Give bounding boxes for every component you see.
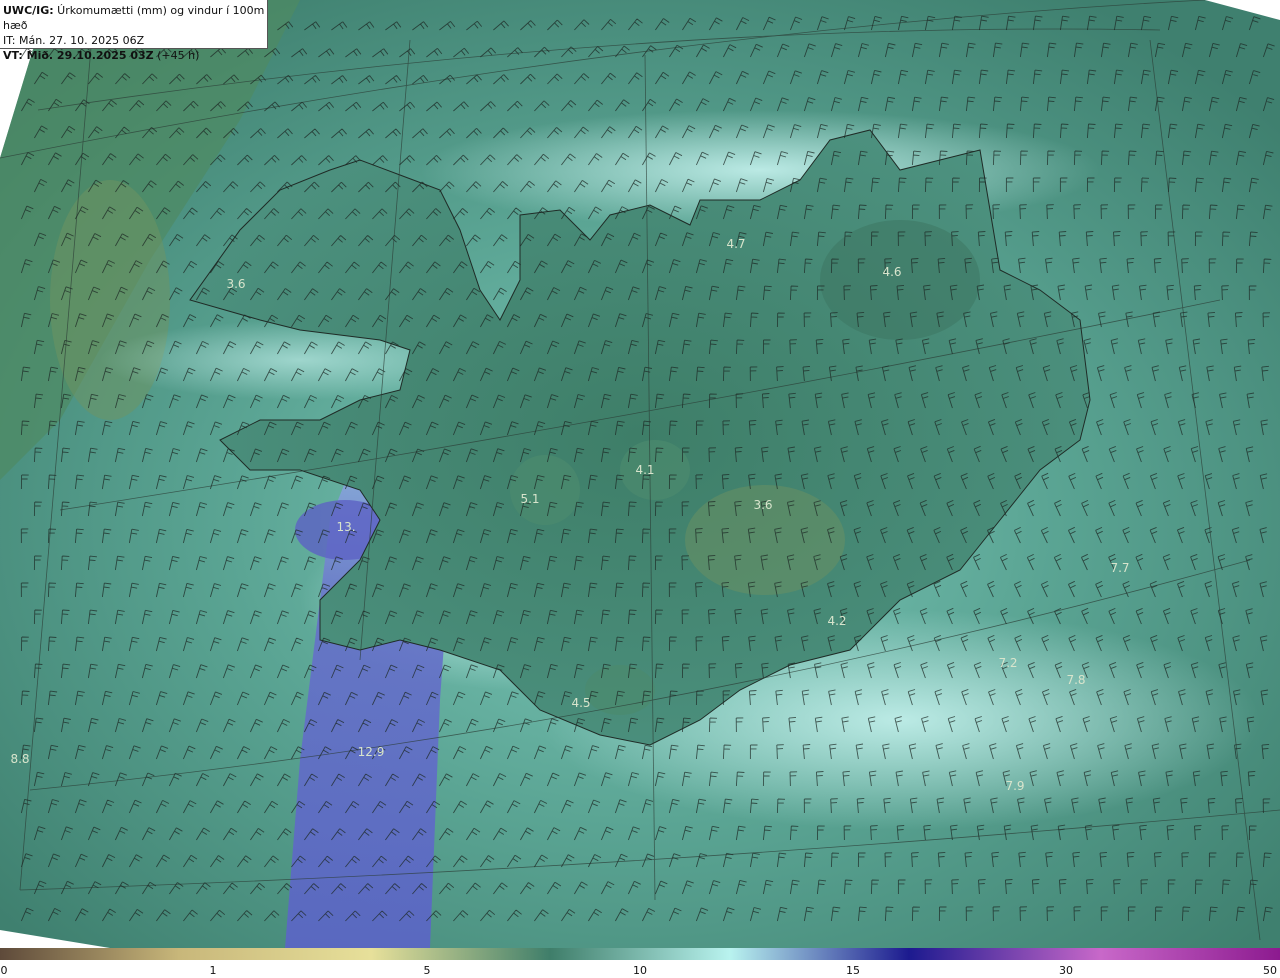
scale-tick: 1 [209, 964, 217, 977]
precip-value-label: 5.1 [520, 492, 539, 506]
precip-value-label: 7.7 [1110, 561, 1129, 575]
precip-value-label: 12.9 [358, 745, 385, 759]
precip-value-label: 3.6 [753, 498, 772, 512]
precip-value-label: 4.5 [571, 696, 590, 710]
precip-value-label: 3.6 [226, 277, 245, 291]
precip-value-label: 8.8 [10, 752, 29, 766]
map-header: UWC/IG: Úrkomumætti (mm) og vindur í 100… [0, 0, 268, 62]
scale-tick: 5 [423, 964, 431, 977]
map-viewer: 3.6 4.7 4.6 4.1 5.1 3.6 13. 4.2 4.5 12.9 7.2 7.8 7.7… [0, 0, 1280, 978]
precip-value-label: 13. [336, 520, 355, 534]
precip-value-label: 7.2 [998, 656, 1017, 670]
model-name: UWC/IG: [3, 4, 54, 17]
init-time: IT: Mán. 27. 10. 2025 06Z [3, 34, 145, 47]
precip-value-label: 7.8 [1066, 673, 1085, 687]
precip-value-label: 4.6 [882, 265, 901, 279]
color-scale: 0 1 5 10 15 30 50 [0, 948, 1280, 978]
scale-tick: 0 [0, 964, 8, 977]
scale-tick: 15 [846, 964, 860, 977]
valid-time: VT: Mið. 29.10.2025 03Z [3, 49, 154, 62]
scale-tick: 50 [1263, 964, 1277, 977]
precip-value-label: 7.9 [1005, 779, 1024, 793]
precipitation-map: 3.6 4.7 4.6 4.1 5.1 3.6 13. 4.2 4.5 12.9 7.2 7.8 7.7… [0, 0, 1280, 948]
precip-value-label: 4.7 [726, 237, 745, 251]
precip-value-label: 4.2 [827, 614, 846, 628]
color-scale-bar [0, 948, 1280, 960]
scale-tick: 10 [633, 964, 647, 977]
scale-tick: 30 [1059, 964, 1073, 977]
precip-value-label: 4.1 [635, 463, 654, 477]
forecast-hour: (+45 h) [153, 49, 200, 62]
